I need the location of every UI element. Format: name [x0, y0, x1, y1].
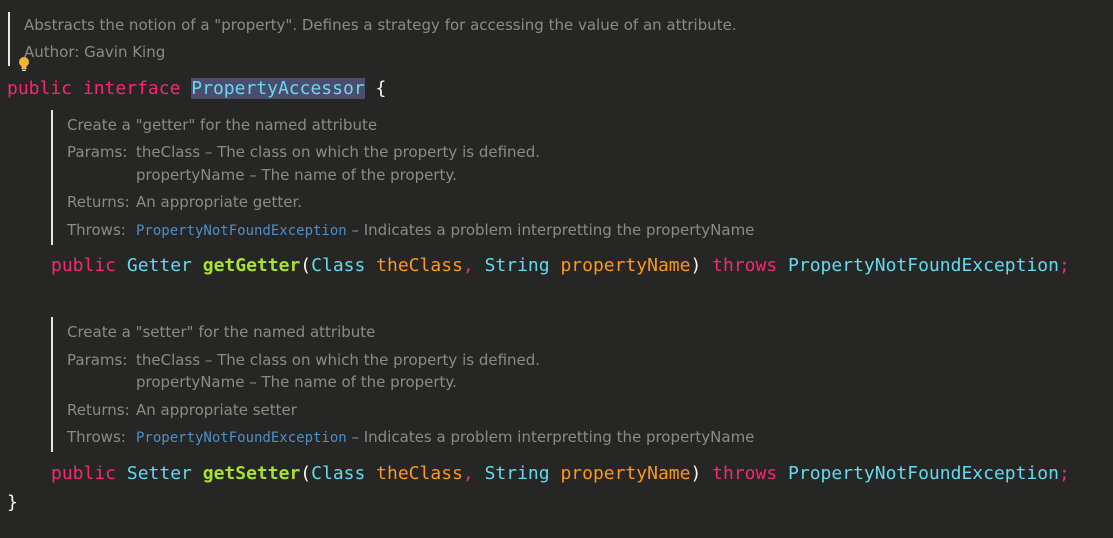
close-brace: }	[7, 492, 18, 513]
throws-entry: PropertyNotFoundException – Indicates a …	[136, 428, 754, 446]
keyword-throws: throws	[712, 463, 778, 484]
param-name[interactable]: propertyName	[560, 255, 690, 276]
method-name[interactable]: getSetter	[203, 463, 301, 484]
param-description: theClass – The class on which the proper…	[136, 143, 541, 161]
interface-declaration: public interface PropertyAccessor {	[7, 78, 386, 99]
method-summary: Create a "getter" for the named attribut…	[67, 116, 378, 134]
comma: ,	[462, 463, 474, 484]
param-name[interactable]: propertyName	[560, 463, 690, 484]
throws-label: Throws:	[67, 221, 126, 239]
throws-description: – Indicates a problem interpretting the …	[346, 428, 755, 446]
semicolon: ;	[1058, 463, 1070, 484]
return-type[interactable]: Getter	[127, 255, 192, 276]
open-brace: {	[375, 78, 387, 99]
close-brace-text: }	[7, 492, 18, 513]
returns-label: Returns:	[67, 401, 130, 419]
param-name[interactable]: theClass	[376, 255, 463, 276]
exception-link[interactable]: PropertyNotFoundException	[136, 223, 347, 239]
method-signature: public Getter getGetter(Class theClass, …	[51, 255, 1070, 276]
class-javadoc: Abstracts the notion of a "property". De…	[8, 12, 1010, 66]
open-paren: (	[300, 463, 312, 484]
comma: ,	[462, 255, 474, 276]
param-type[interactable]: Class	[311, 255, 365, 276]
throws-entry: PropertyNotFoundException – Indicates a …	[136, 221, 754, 239]
param-name[interactable]: theClass	[376, 463, 463, 484]
params-label: Params:	[67, 143, 128, 161]
param-type[interactable]: String	[485, 463, 550, 484]
exception-link[interactable]: PropertyNotFoundException	[136, 430, 347, 446]
returns-description: An appropriate setter	[136, 401, 297, 419]
class-author: Author: Gavin King	[24, 43, 165, 61]
keyword-public: public	[51, 255, 117, 276]
close-paren: )	[690, 463, 702, 484]
returns-label: Returns:	[67, 193, 130, 211]
semicolon: ;	[1058, 255, 1070, 276]
close-paren: )	[690, 255, 702, 276]
method-name[interactable]: getGetter	[203, 255, 301, 276]
exception-type[interactable]: PropertyNotFoundException	[788, 463, 1059, 484]
param-description: theClass – The class on which the proper…	[136, 351, 541, 369]
method-summary: Create a "setter" for the named attribut…	[67, 323, 376, 341]
params-label: Params:	[67, 351, 128, 369]
exception-type[interactable]: PropertyNotFoundException	[788, 255, 1059, 276]
keyword-interface: interface	[82, 78, 181, 99]
open-paren: (	[300, 255, 312, 276]
class-description: Abstracts the notion of a "property". De…	[24, 16, 737, 34]
author-label: Author:	[24, 43, 80, 61]
method-javadoc: Create a "getter" for the named attribut…	[51, 110, 953, 245]
param-description: propertyName – The name of the property.	[136, 373, 457, 391]
interface-name[interactable]: PropertyAccessor	[191, 78, 365, 99]
method-signature: public Setter getSetter(Class theClass, …	[51, 463, 1070, 484]
param-type[interactable]: String	[485, 255, 550, 276]
throws-label: Throws:	[67, 428, 126, 446]
keyword-throws: throws	[712, 255, 778, 276]
method-javadoc: Create a "setter" for the named attribut…	[51, 317, 953, 452]
returns-description: An appropriate getter.	[136, 193, 303, 211]
return-type[interactable]: Setter	[127, 463, 192, 484]
keyword-public: public	[51, 463, 117, 484]
throws-description: – Indicates a problem interpretting the …	[346, 221, 755, 239]
keyword-public: public	[7, 78, 73, 99]
param-description: propertyName – The name of the property.	[136, 166, 457, 184]
lightbulb-icon[interactable]	[18, 56, 30, 72]
param-type[interactable]: Class	[311, 463, 365, 484]
author-name: Gavin King	[84, 43, 166, 61]
